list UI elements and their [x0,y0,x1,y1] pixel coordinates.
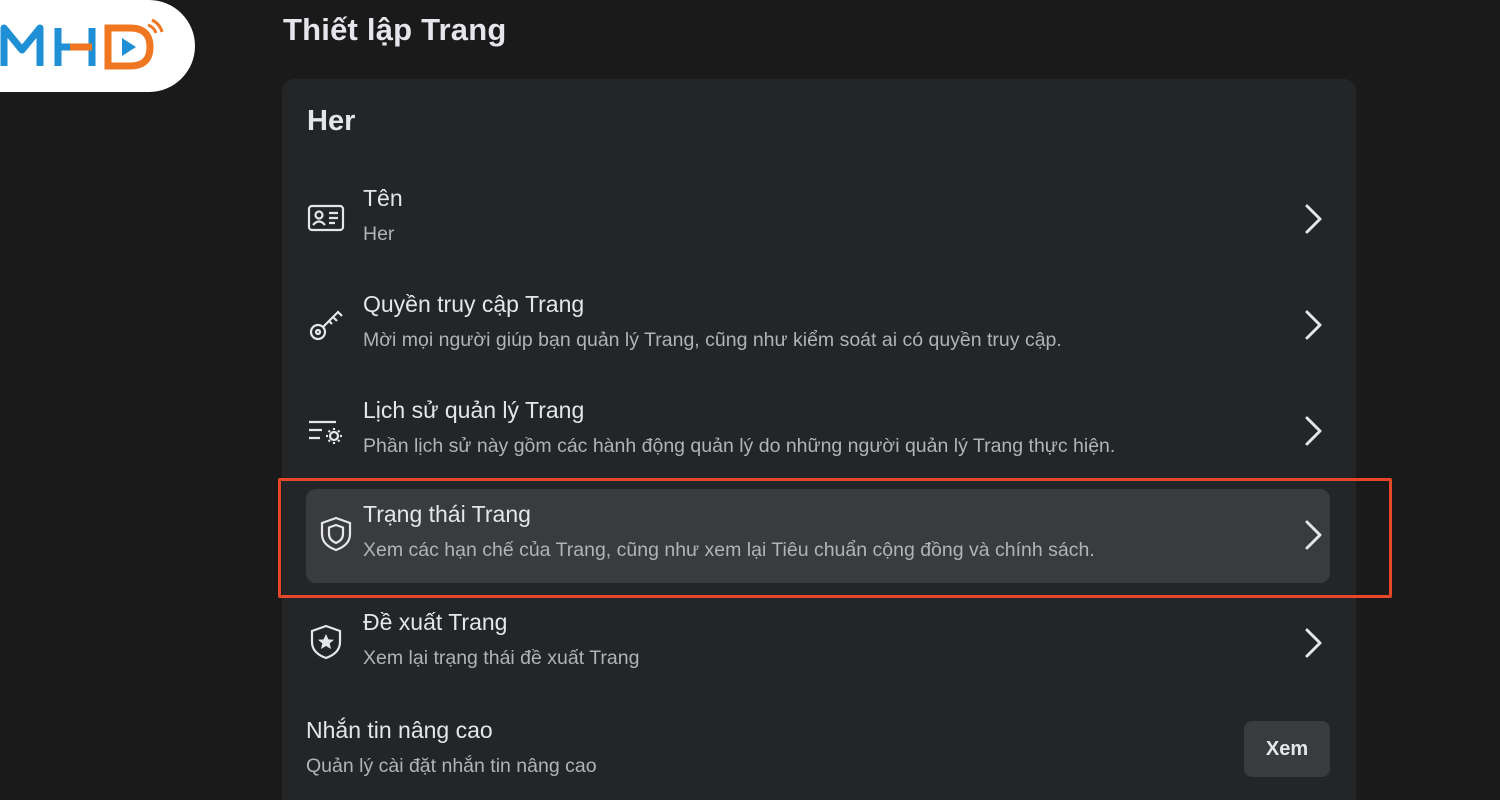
card-title: Her [307,105,356,137]
chevron-right-icon [1305,628,1322,658]
view-button[interactable]: Xem [1244,721,1330,777]
setting-row-recommend[interactable]: Đề xuất Trang Xem lại trạng thái đề xuất… [306,597,1330,691]
setting-row-advanced-messaging: Nhắn tin nâng cao Quản lý cài đặt nhắn t… [306,711,1330,791]
setting-desc: Mời mọi người giúp bạn quản lý Trang, cũ… [363,329,1062,351]
setting-title: Nhắn tin nâng cao [306,717,493,743]
highlight-frame [278,478,1392,598]
id-card-icon [306,198,346,238]
shield-star-icon [306,622,346,662]
setting-row-name[interactable]: Tên Her [306,173,1330,267]
setting-desc: Quản lý cài đặt nhắn tin nâng cao [306,755,597,777]
settings-card: Her Tên Her Quyền truy cập Trang Mời mọi… [282,79,1356,800]
setting-row-access[interactable]: Quyền truy cập Trang Mời mọi người giúp … [306,279,1330,373]
chevron-right-icon [1305,310,1322,340]
setting-title: Quyền truy cập Trang [363,291,585,317]
chevron-right-icon [1305,204,1322,234]
history-settings-icon [306,410,346,450]
setting-title: Lịch sử quản lý Trang [363,397,585,423]
page-title: Thiết lập Trang [283,12,507,47]
setting-desc: Her [363,223,395,245]
setting-row-history[interactable]: Lịch sử quản lý Trang Phần lịch sử này g… [306,385,1330,479]
setting-title: Đề xuất Trang [363,609,508,635]
chevron-right-icon [1305,416,1322,446]
mhd-logo-icon [0,18,164,70]
setting-desc: Phần lịch sử này gồm các hành động quản … [363,435,1116,457]
setting-desc: Xem lại trạng thái đề xuất Trang [363,647,640,669]
setting-title: Tên [363,185,403,211]
key-icon [306,304,346,344]
brand-logo [0,0,195,92]
